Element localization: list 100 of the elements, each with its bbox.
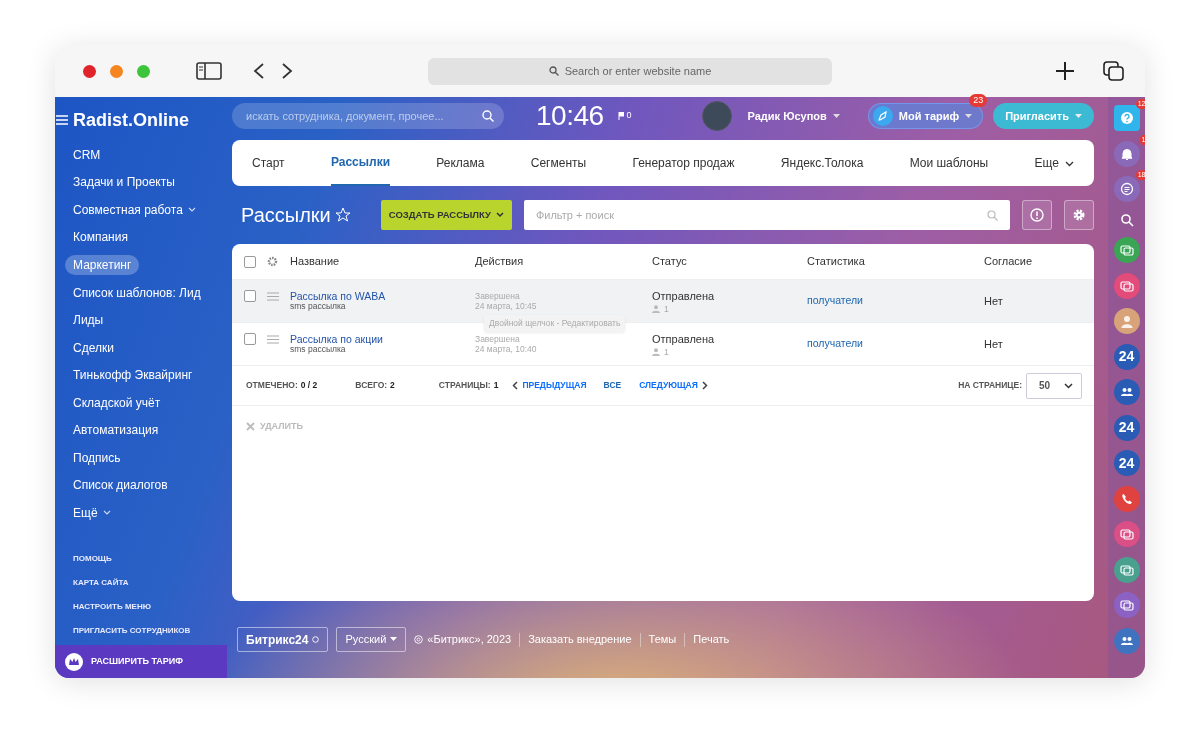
close-dot[interactable] [83, 64, 96, 78]
brand-button[interactable]: Битрикс24 [237, 627, 329, 652]
sidebar-item[interactable]: Список шаблонов: Лид [65, 279, 209, 307]
per-page-label: НА СТРАНИЦЕ: [958, 379, 1022, 392]
search-icon [987, 209, 998, 221]
column-header[interactable]: Статистика [807, 253, 975, 270]
summary-value: 0 / 2 [300, 379, 318, 392]
tab[interactable]: Мои шаблоны [909, 140, 989, 186]
search-placeholder: искать сотрудника, документ, прочее... [246, 108, 444, 124]
phone-icon[interactable] [1113, 485, 1140, 512]
sidebar-item[interactable]: Лиды [65, 306, 112, 334]
app-icon[interactable]: 24 [1113, 414, 1140, 441]
create-button[interactable]: СОЗДАТЬ РАССЫЛКУ [380, 200, 512, 230]
user-menu[interactable]: Радик Юсупов [737, 103, 850, 129]
chat-bubbles-icon[interactable] [1113, 556, 1140, 583]
app-icon[interactable]: 24 [1113, 450, 1140, 476]
chat-bubbles-icon[interactable] [1113, 237, 1140, 263]
all-pages-link[interactable]: ВСЕ [603, 379, 622, 392]
avatar-placeholder[interactable] [1113, 308, 1140, 334]
per-page-select[interactable]: 50 [1026, 372, 1082, 399]
address-bar[interactable]: Search or enter website name [428, 57, 832, 85]
sidebar-item[interactable]: Тинькофф Эквайринг [65, 361, 201, 389]
sidebar-item[interactable]: Совместная работа [65, 196, 204, 224]
back-icon[interactable] [252, 62, 266, 80]
column-header[interactable]: Название [290, 253, 466, 270]
sidebar-link[interactable]: НАСТРОИТЬ МЕНЮ [55, 594, 227, 619]
clock-time: 10:46 [536, 99, 604, 133]
tab[interactable]: Сегменты [530, 140, 587, 186]
recipients-link[interactable]: получатели [807, 336, 975, 352]
forward-icon[interactable] [280, 62, 294, 80]
next-page-link[interactable]: СЛЕДУЮЩАЯ [639, 379, 708, 392]
row-checkbox[interactable] [244, 290, 256, 302]
chat-bubbles-icon[interactable] [1113, 521, 1140, 547]
chat-bubbles-icon[interactable] [1113, 592, 1140, 618]
summary-label: СТРАНИЦЫ: [438, 379, 491, 392]
menu-icon[interactable] [55, 114, 69, 126]
sidebar-item[interactable]: Компания [65, 223, 136, 251]
tab[interactable]: Старт [252, 140, 285, 186]
previous-page-link[interactable]: ПРЕДЫДУЩАЯ [512, 379, 587, 392]
chevron-icon [495, 212, 504, 218]
sidebar-item[interactable]: Сделки [65, 334, 122, 362]
row-checkbox[interactable] [244, 333, 256, 345]
gear-icon[interactable] [267, 256, 278, 267]
sidebar-item[interactable]: Автоматизация [65, 416, 167, 444]
recipient-count: 1 [664, 304, 669, 315]
sidebar-item[interactable]: Маркетинг [65, 255, 140, 275]
language-select[interactable]: Русский [336, 627, 407, 652]
drag-handle-icon[interactable] [267, 335, 279, 344]
flag-icon [617, 112, 624, 120]
tabs-overview-icon[interactable] [1103, 61, 1125, 81]
sidebar-item[interactable]: Ещё [65, 499, 119, 527]
column-header[interactable]: Действия [475, 253, 643, 270]
status-text: Отправлена [652, 288, 716, 304]
sidebar-link[interactable]: ПОМОЩЬ [55, 546, 227, 571]
search-icon [482, 110, 494, 122]
upgrade-button[interactable]: РАСШИРИТЬ ТАРИФ [55, 645, 227, 678]
consent-text: Нет [984, 336, 1004, 352]
settings-button[interactable] [1064, 200, 1094, 230]
sidebar-link[interactable]: КАРТА САЙТА [55, 570, 227, 595]
people-icon[interactable] [1113, 627, 1140, 654]
people-icon[interactable] [1113, 379, 1140, 405]
maximize-dot[interactable] [137, 64, 150, 78]
column-header[interactable]: Согласие [984, 253, 1082, 270]
drag-handle-icon[interactable] [267, 292, 279, 301]
chat-icon[interactable] [1113, 176, 1140, 202]
flag-count: 0 [626, 109, 632, 123]
sidebar-item[interactable]: Складской учёт [65, 389, 169, 417]
column-header[interactable]: Статус [652, 253, 798, 270]
sidebar-item[interactable]: CRM [65, 141, 109, 169]
tab[interactable]: Яндекс.Толока [780, 140, 864, 186]
action-date: 24 марта, 10:45 [475, 301, 537, 312]
sidebar-item[interactable]: Подпись [65, 444, 129, 472]
gear-icon [1072, 208, 1086, 222]
recipients-link[interactable]: получатели [807, 293, 975, 309]
summary-label: ВСЕГО: [355, 379, 388, 392]
sidebar-toggle-icon[interactable] [196, 62, 222, 80]
tab[interactable]: Рассылки [330, 140, 391, 186]
caret-icon [1075, 113, 1082, 119]
new-tab-icon[interactable] [1055, 61, 1075, 81]
action-state: Завершена [475, 333, 520, 344]
tab[interactable]: Реклама [436, 140, 485, 186]
mailing-link[interactable]: Рассылка по WABA [290, 290, 466, 303]
app-icon[interactable]: 24 [1113, 343, 1140, 370]
bell-icon[interactable] [1113, 140, 1140, 167]
minimize-dot[interactable] [110, 64, 123, 78]
more-tab[interactable]: Еще [1034, 140, 1074, 186]
sidebar-link[interactable]: ПРИГЛАСИТЬ СОТРУДНИКОВ [55, 618, 227, 643]
close-icon [246, 422, 255, 432]
info-button[interactable] [1022, 200, 1052, 230]
person-icon [652, 348, 660, 357]
star-icon[interactable] [334, 207, 351, 223]
help-icon[interactable] [1113, 105, 1140, 131]
tab[interactable]: Генератор продаж [632, 140, 735, 186]
chat-bubbles-icon[interactable] [1113, 272, 1140, 299]
chevron-icon [1064, 160, 1074, 167]
select-all-checkbox[interactable] [244, 255, 256, 268]
sidebar-item[interactable]: Список диалогов [65, 471, 176, 499]
tariff-button[interactable]: Мой тариф [867, 103, 984, 129]
sidebar-item[interactable]: Задачи и Проекты [65, 168, 183, 196]
mailing-link[interactable]: Рассылка по акции [290, 333, 466, 346]
